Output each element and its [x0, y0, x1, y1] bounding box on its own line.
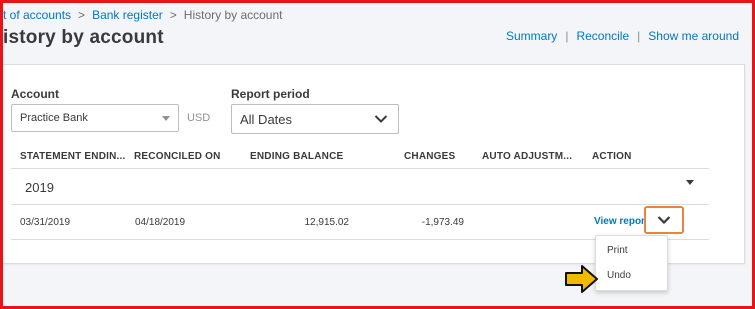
chevron-down-icon: [374, 115, 388, 123]
link-separator: |: [565, 29, 569, 43]
report-period-value: All Dates: [240, 112, 293, 127]
col-header-changes[interactable]: CHANGES: [404, 151, 455, 162]
col-header-statement-ending[interactable]: STATEMENT ENDIN...: [20, 151, 125, 162]
divider: [3, 64, 745, 65]
account-select-value: Practice Bank: [20, 112, 88, 124]
col-header-ending-balance[interactable]: ENDING BALANCE: [250, 151, 343, 162]
cell-reconciled-on: 04/18/2019: [135, 217, 186, 228]
breadcrumb-bank-register[interactable]: Bank register: [92, 8, 163, 22]
collapse-group-icon[interactable]: [686, 180, 694, 185]
action-dropdown-button[interactable]: [644, 206, 684, 234]
menu-item-print[interactable]: Print: [607, 245, 628, 256]
breadcrumb-chart-of-accounts[interactable]: t of accounts: [3, 8, 71, 22]
report-period-select[interactable]: All Dates: [231, 104, 399, 134]
group-year: 2019: [25, 180, 54, 195]
breadcrumb: t of accounts > Bank register > History by a…: [3, 8, 283, 22]
show-me-around-link[interactable]: Show me around: [648, 29, 739, 43]
menu-item-undo[interactable]: Undo: [607, 270, 631, 281]
chevron-down-icon: [657, 216, 671, 225]
divider: [11, 168, 709, 169]
account-select[interactable]: Practice Bank: [11, 104, 179, 132]
report-card: Account Practice Bank USD Report period …: [3, 64, 745, 264]
page-title: istory by account: [3, 27, 164, 48]
link-separator: |: [637, 29, 641, 43]
account-label: Account: [11, 87, 59, 101]
action-menu: Print Undo: [595, 235, 668, 291]
col-header-reconciled-on[interactable]: RECONCILED ON: [134, 151, 221, 162]
currency-label: USD: [187, 112, 211, 124]
screenshot-frame: t of accounts > Bank register > History by a…: [0, 0, 755, 309]
cell-changes: -1,973.49: [421, 217, 464, 228]
breadcrumb-separator: >: [169, 8, 177, 22]
summary-link[interactable]: Summary: [506, 29, 557, 43]
breadcrumb-separator: >: [78, 8, 86, 22]
breadcrumb-current: History by account: [183, 8, 283, 22]
report-period-label: Report period: [231, 87, 310, 101]
view-report-link[interactable]: View report: [594, 216, 648, 227]
top-links: Summary | Reconcile | Show me around: [506, 29, 739, 43]
caret-down-icon: [162, 116, 170, 121]
divider: [11, 204, 709, 205]
cell-ending-balance: 12,915.02: [304, 217, 350, 228]
col-header-action: ACTION: [592, 151, 632, 162]
arrow-right-icon: [565, 265, 598, 293]
col-header-auto-adjustment[interactable]: AUTO ADJUSTM...: [482, 151, 572, 162]
reconcile-link[interactable]: Reconcile: [576, 29, 629, 43]
cell-statement-ending: 03/31/2019: [20, 217, 71, 228]
